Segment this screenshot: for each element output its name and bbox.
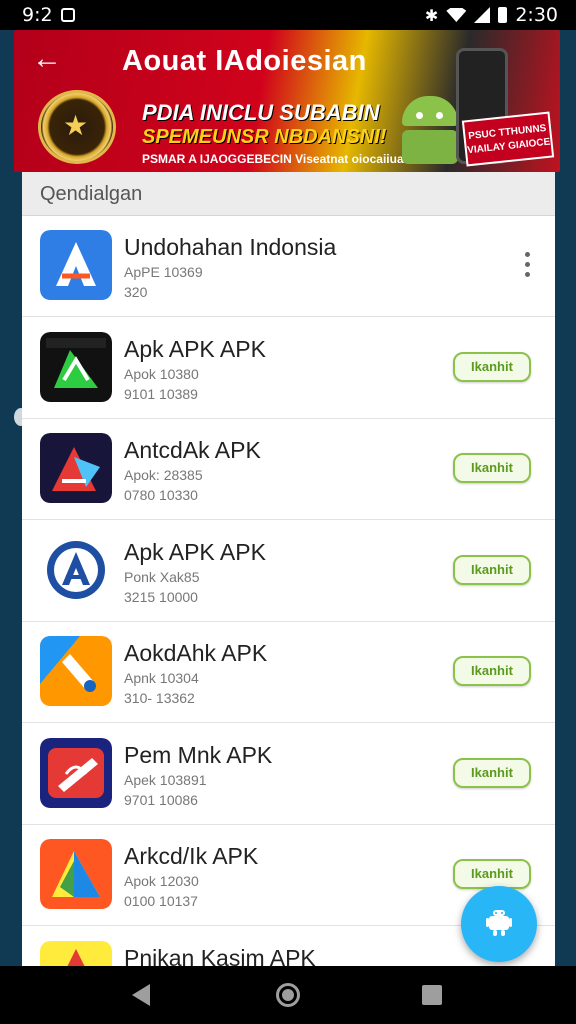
app-name: AokdAhk APK [124, 640, 268, 666]
list-item[interactable]: Apk APK APK Ponk Xak85 3215 10000 Ikanhit [22, 521, 555, 622]
install-button[interactable]: Ikanhit [453, 351, 531, 382]
gold-badge-icon: ★ [38, 90, 116, 164]
status-right: ✱ 2:30 [425, 4, 558, 26]
promo-label: PSUC TTHUNNS VIAILAY GIAIOCE [461, 111, 555, 167]
back-icon[interactable] [132, 984, 150, 1006]
android-robot-icon [486, 910, 512, 936]
app-meta: Apnk 10304 [124, 670, 199, 686]
app-version: 320 [124, 284, 148, 300]
header-banner: ← Aouat IAdoiesian ★ PDIA INICLU SUBABIN… [14, 30, 560, 172]
android-robot-icon [398, 90, 462, 164]
install-button[interactable]: Ikanhit [453, 859, 531, 889]
robot-eye [416, 112, 423, 119]
menu-dot [525, 272, 530, 277]
list-item[interactable]: AokdAhk APK Apnk 10304 310- 13362 Ikanhit [22, 622, 555, 723]
home-icon[interactable] [276, 983, 300, 1007]
app-name: Undohahan Indonsia [124, 234, 337, 260]
list-item[interactable]: Undohahan Indonsia ApPE 10369 320 [22, 216, 555, 317]
app-version: 310- 13362 [124, 690, 195, 706]
app-meta: Apok: 28385 [124, 467, 203, 483]
banner-headline: PDIA INICLU SUBABIN [142, 100, 380, 125]
menu-dot [525, 252, 530, 257]
app-a-logo-icon [40, 230, 112, 300]
star-icon: ★ [63, 110, 89, 141]
banner-subheadline: SPEMEUNSR NBDANSNI! [142, 126, 387, 148]
triangle-tool-icon [40, 433, 112, 503]
install-button[interactable]: Ikanhit [453, 453, 531, 483]
app-name: Apk APK APK [124, 335, 266, 362]
app-version: 0780 10330 [124, 487, 198, 503]
signal-icon [474, 7, 491, 23]
status-time-left: 9:2 [22, 4, 53, 26]
app-version: 9101 10389 [124, 385, 198, 402]
status-time-right: 2:30 [515, 4, 558, 26]
vibrate-icon: ✱ [424, 5, 439, 25]
banner-caption: PSMAR A IJAOGGEBECIN Viseatnat oiocaiiua… [142, 152, 407, 166]
list-header: Qendialgan [22, 172, 555, 216]
app-meta: Apok 12030 [124, 873, 199, 889]
list-item[interactable]: Pem Mnk APK Apek 103891 9701 10086 Ikanhit [22, 724, 555, 825]
status-left: 9:2 [22, 4, 75, 26]
wifi-icon [446, 8, 467, 22]
install-button[interactable]: Ikanhit [453, 554, 531, 585]
back-arrow-icon[interactable]: ← [32, 44, 62, 74]
banner-title: Aouat IAdoiesian [122, 45, 367, 77]
list-item[interactable]: AntcdAk APK Apok: 28385 0780 10330 Ikanhit [22, 419, 555, 520]
app-meta: ApPE 10369 [124, 264, 203, 280]
battery-icon [498, 7, 508, 23]
more-vert-icon[interactable] [518, 248, 538, 282]
apk-maker-icon [40, 331, 112, 402]
robot-head [402, 96, 458, 126]
install-button[interactable]: Ikanhit [453, 757, 531, 788]
app-meta: Apek 103891 [124, 771, 207, 788]
menu-dot [525, 262, 530, 267]
list-item[interactable]: Apk APK APK Apok 10380 9101 10389 Ikanhit [22, 318, 555, 419]
app-name: Pem Mnk APK [124, 741, 273, 768]
robot-body [402, 130, 458, 164]
app-store-icon [40, 534, 112, 605]
robot-eye [436, 112, 443, 119]
app-version: 0100 10137 [124, 893, 198, 909]
app-meta: Apok 10380 [124, 365, 199, 382]
pencil-app-icon [40, 737, 112, 808]
recent-apps-icon[interactable] [422, 985, 442, 1005]
home-icon-inner [282, 989, 294, 1001]
app-name: Pnikan Kasim APK [124, 944, 316, 967]
pen-tool-icon [40, 636, 112, 706]
app-name: Arkcd/Ik APK [124, 843, 259, 869]
prism-app-icon [40, 839, 112, 909]
install-button[interactable]: Ikanhit [453, 656, 531, 686]
app-name: AntcdAk APK [124, 437, 261, 463]
fab-button[interactable] [461, 886, 537, 962]
notification-icon [60, 8, 75, 22]
status-bar: 9:2 ✱ 2:30 [0, 0, 576, 30]
app-version: 3215 10000 [124, 588, 198, 605]
app-meta: Ponk Xak85 [124, 568, 200, 585]
navigation-bar [0, 966, 576, 1024]
triangle-red-icon [40, 940, 112, 966]
app-list-card: Qendialgan Undohahan Indonsia ApPE 10369 3… [22, 172, 555, 966]
app-version: 9701 10086 [124, 791, 198, 808]
app-name: Apk APK APK [124, 538, 266, 565]
